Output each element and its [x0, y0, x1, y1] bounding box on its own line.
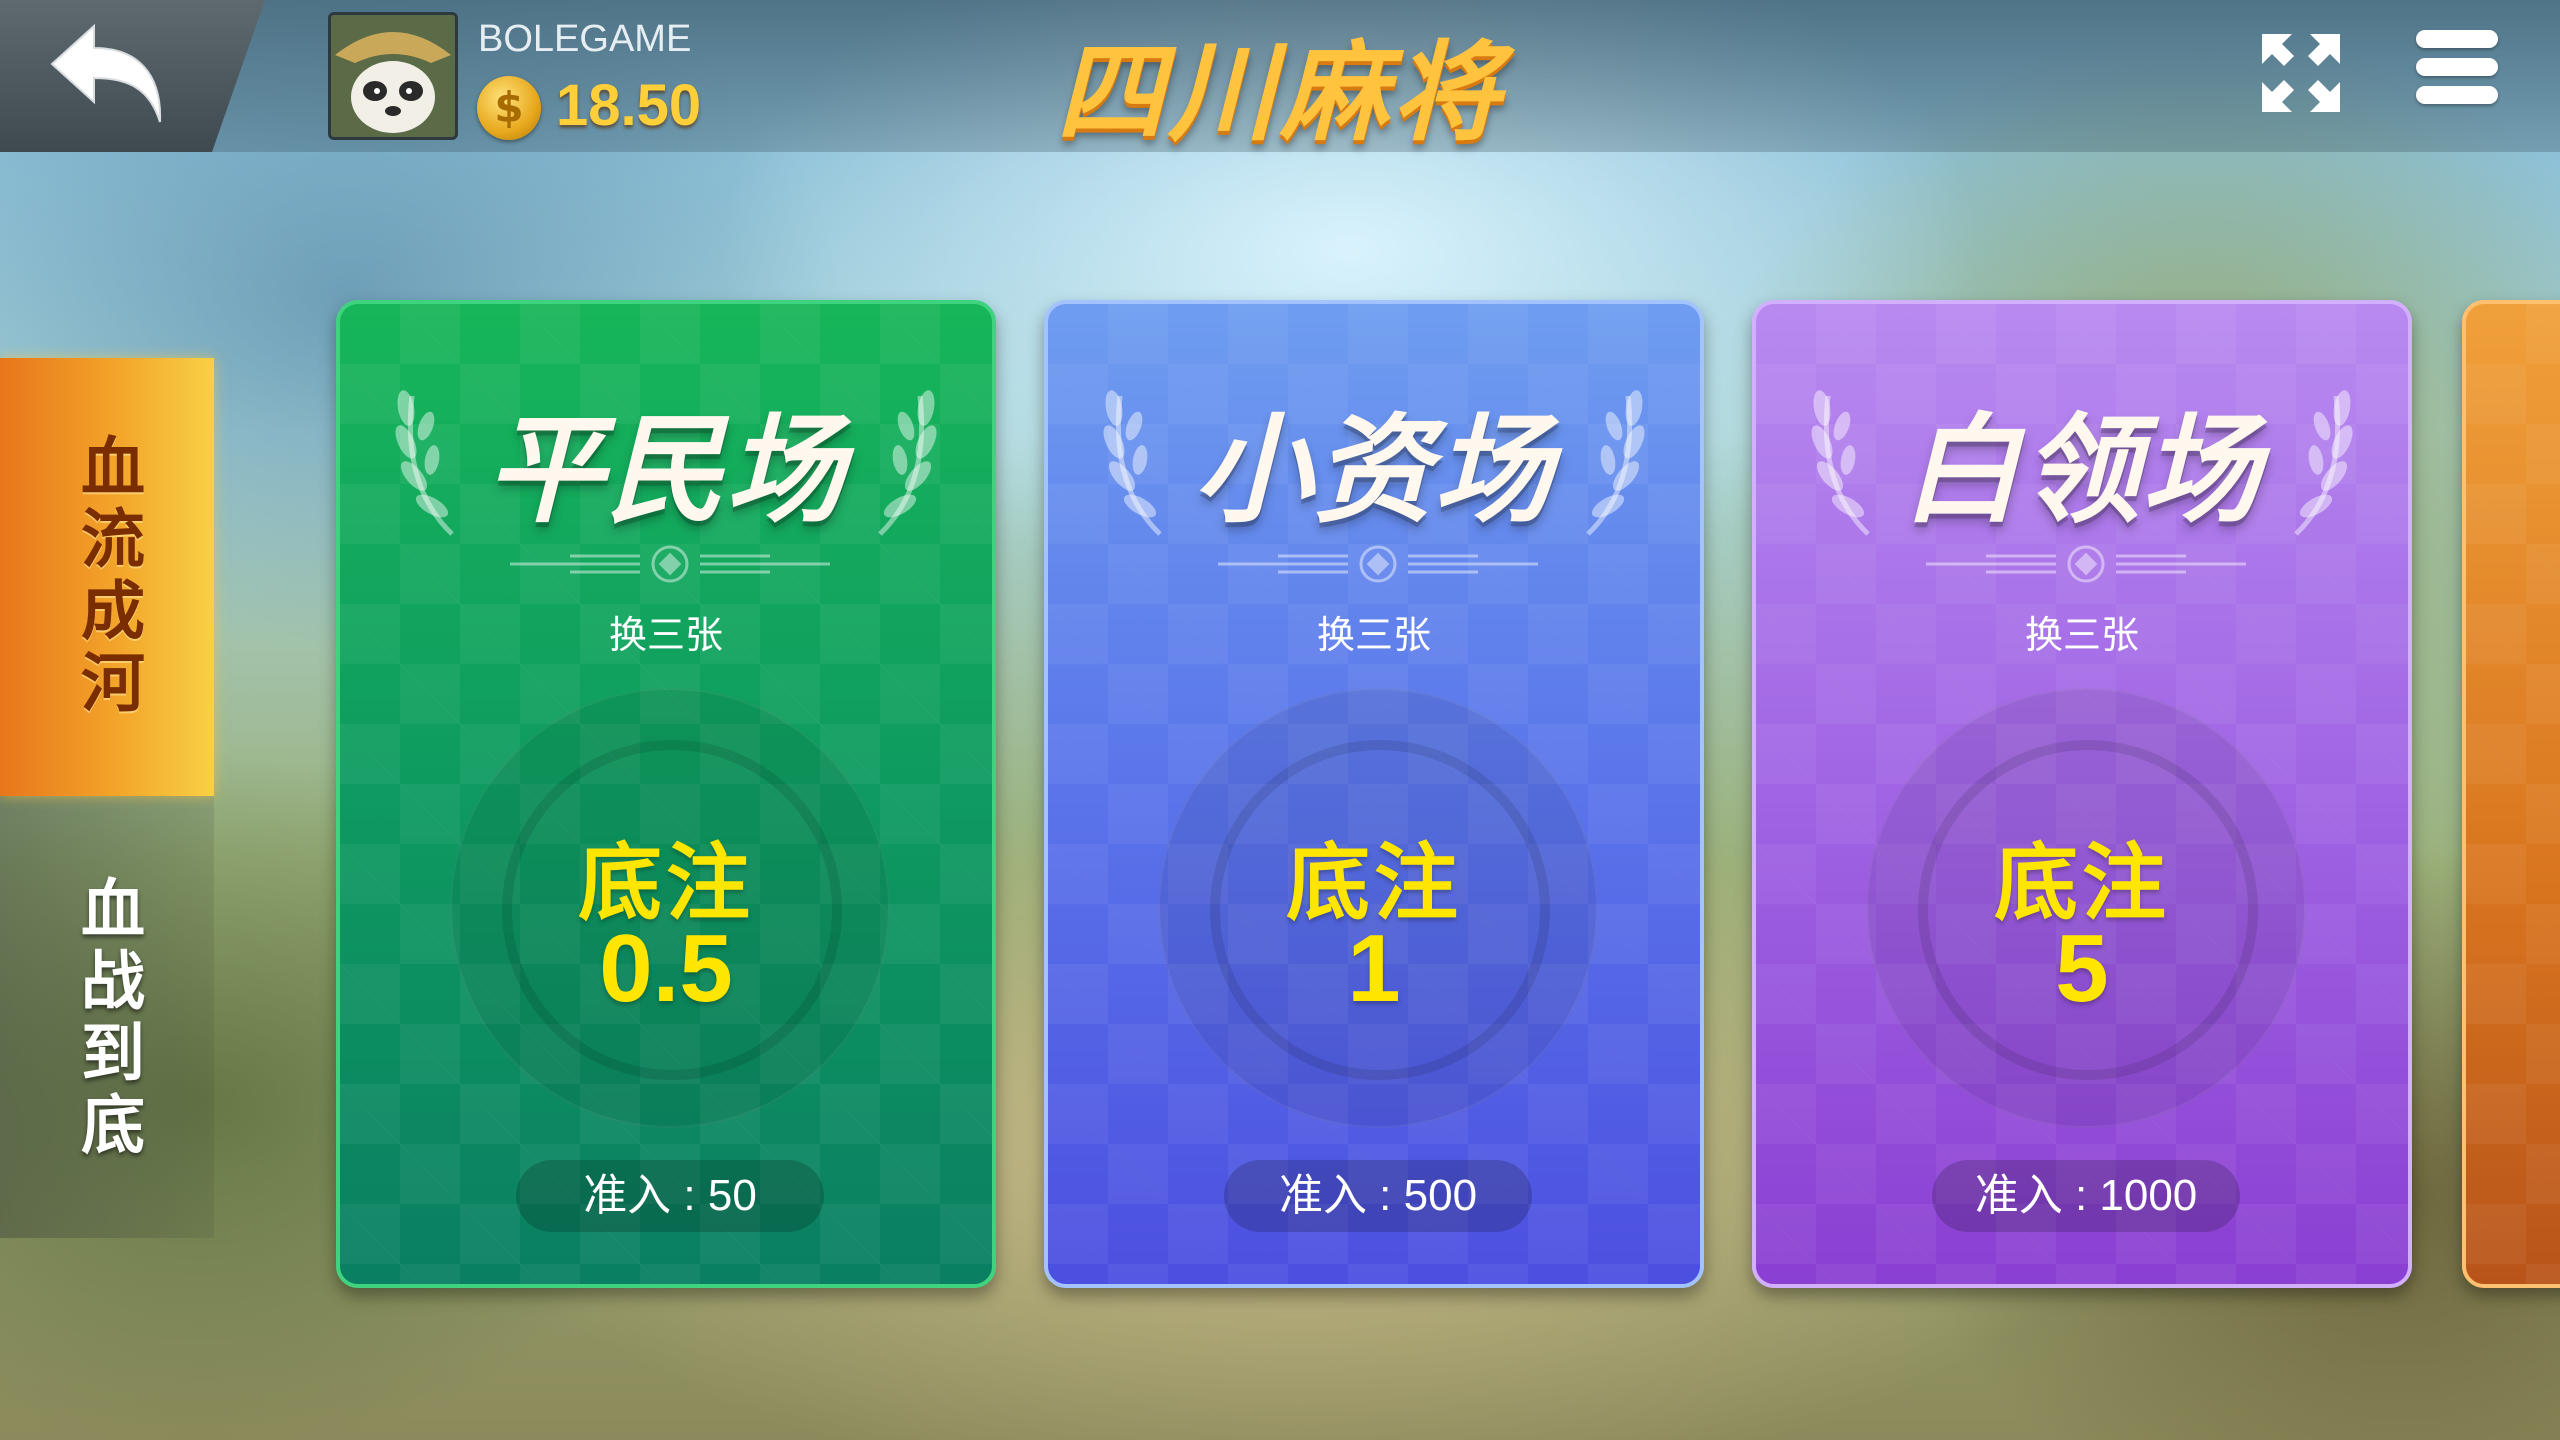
- entry-requirement: 准入 : 1000: [1932, 1160, 2240, 1232]
- mode-tab-xuezhan[interactable]: 血战到底: [0, 800, 214, 1238]
- game-title: 四川麻将: [1055, 31, 1504, 156]
- divider-ornament: [1926, 545, 2246, 583]
- entry-requirement: 准入 : 500: [1224, 1160, 1532, 1232]
- menu-button[interactable]: [2416, 30, 2498, 114]
- player-avatar[interactable]: [328, 12, 458, 140]
- room-card-bailing[interactable]: 白领场 换三张 底注 5 准入 : 1000: [1752, 300, 2412, 1288]
- room-rule: 换三张: [1316, 613, 1431, 657]
- bet-value: 1: [1347, 915, 1401, 1022]
- mode-tab-xueliu[interactable]: 血流成河: [0, 358, 214, 796]
- divider-ornament: [510, 545, 830, 583]
- mode-tab-label: 血流成河: [70, 433, 144, 721]
- room-title: 平民场: [485, 401, 846, 539]
- bet-value: 0.5: [599, 915, 733, 1022]
- player-name: BOLEGAME: [478, 18, 692, 60]
- room-rule: 换三张: [2024, 613, 2139, 657]
- entry-requirement: 准入 : 50: [516, 1160, 824, 1232]
- fullscreen-button[interactable]: [2258, 30, 2344, 120]
- bet-value: 5: [2055, 915, 2109, 1022]
- room-title: 小资场: [1193, 401, 1554, 539]
- panda-avatar-image: [331, 15, 455, 137]
- hamburger-menu-icon: [2416, 30, 2498, 104]
- room-title: 白领场: [1901, 401, 2262, 539]
- coin-icon: $: [477, 76, 541, 140]
- divider-ornament: [1218, 545, 1538, 583]
- room-card-pingmin[interactable]: 平民场 换三张 底注 0.5 准入 : 50: [336, 300, 996, 1288]
- mode-tab-label: 血战到底: [70, 875, 144, 1163]
- fullscreen-icon: [2262, 34, 2340, 112]
- room-card-xiaozi[interactable]: 小资场 换三张 底注 1 准入 : 500: [1044, 300, 1704, 1288]
- coin-balance: 18.50: [556, 73, 702, 138]
- back-arrow-icon: [50, 23, 162, 123]
- room-card-partial[interactable]: [2462, 300, 2560, 1288]
- room-rule: 换三张: [608, 613, 723, 657]
